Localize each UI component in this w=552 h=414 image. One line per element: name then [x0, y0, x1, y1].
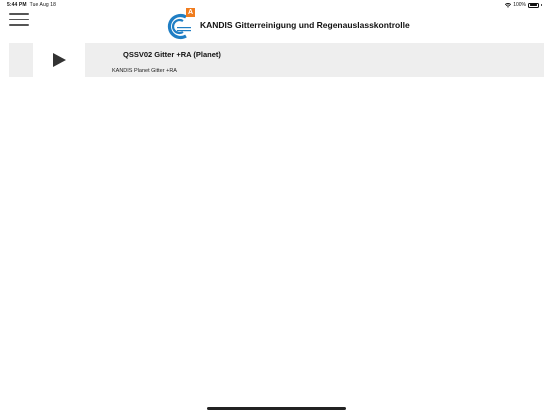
status-time: 5:44 PM [7, 2, 27, 8]
item-subtitle: KANDIS Planet Gitter +RA [112, 68, 177, 74]
app-header: A KANDIS Gitterreinigung und Regenauslas… [167, 8, 410, 40]
status-time-date: 5:44 PM Tue Aug 18 [7, 2, 56, 8]
kandis-logo: A [167, 8, 197, 40]
list-item[interactable]: QSSV02 Gitter +RA (Planet) KANDIS Planet… [9, 43, 544, 77]
home-indicator[interactable] [207, 407, 346, 410]
hamburger-menu-icon[interactable] [9, 13, 29, 26]
status-date: Tue Aug 18 [29, 2, 56, 8]
logo-badge: A [186, 8, 195, 17]
battery-nub [541, 4, 542, 6]
battery-icon [528, 2, 539, 8]
page-title: KANDIS Gitterreinigung und Regenauslassk… [200, 20, 410, 30]
battery-percent: 100% [513, 2, 526, 8]
status-indicators: 100% [504, 2, 542, 8]
item-title: QSSV02 Gitter +RA (Planet) [123, 50, 221, 59]
item-thumbnail[interactable] [33, 43, 85, 77]
wifi-icon [504, 2, 512, 8]
play-icon[interactable] [51, 52, 67, 68]
